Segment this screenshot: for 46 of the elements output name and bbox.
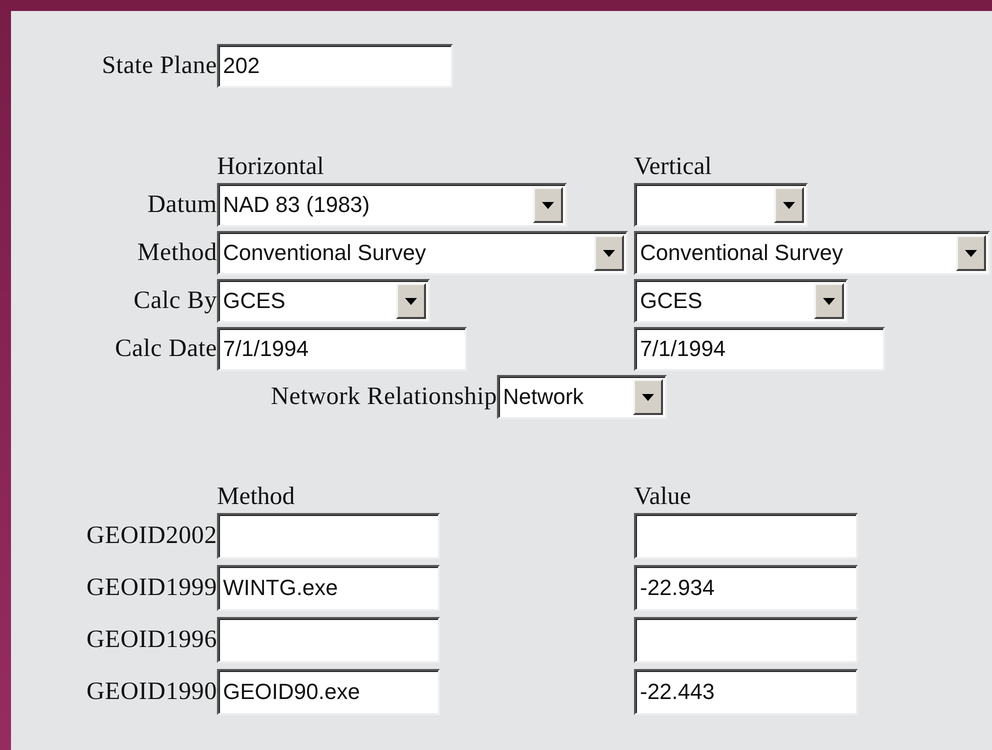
caret-icon (823, 298, 835, 304)
caret-icon (783, 202, 795, 208)
dropdown[interactable] (634, 183, 808, 227)
dropdown[interactable]: Conventional Survey (634, 231, 990, 275)
text-field[interactable] (217, 617, 440, 663)
caret-icon (603, 250, 615, 256)
dropdown[interactable]: Conventional Survey (217, 231, 628, 275)
caret-icon (642, 394, 654, 400)
field-label: Calc Date (114, 335, 217, 363)
text-field[interactable]: 202 (217, 44, 453, 88)
field-label: GEOID1996 (86, 626, 217, 654)
field-label: Network Relationship (270, 383, 497, 411)
text-field[interactable] (634, 617, 858, 663)
text-field[interactable]: 7/1/1994 (217, 327, 467, 371)
text-field[interactable]: -22.934 (634, 565, 858, 611)
dropdown[interactable]: GCES (634, 279, 848, 323)
column-header: Method (217, 483, 296, 511)
caret-icon (965, 250, 977, 256)
dropdown-arrow-button[interactable] (956, 235, 986, 271)
column-header: Horizontal (217, 153, 325, 181)
text-field[interactable] (217, 513, 440, 559)
field-label: GEOID1999 (86, 574, 217, 602)
dropdown-arrow-button[interactable] (814, 283, 844, 319)
field-label: Datum (146, 191, 217, 219)
text-field[interactable]: 7/1/1994 (634, 327, 885, 371)
dropdown-arrow-button[interactable] (396, 283, 426, 319)
caret-icon (542, 202, 554, 208)
field-label: GEOID1990 (86, 678, 217, 706)
field-label: State Plane (100, 52, 217, 80)
text-field[interactable]: GEOID90.exe (217, 669, 440, 715)
text-field[interactable]: WINTG.exe (217, 565, 440, 611)
dropdown-arrow-button[interactable] (633, 379, 663, 415)
field-label: Calc By (132, 287, 217, 315)
text-field[interactable] (634, 513, 858, 559)
dropdown-arrow-button[interactable] (533, 187, 563, 223)
dropdown[interactable]: NAD 83 (1983) (217, 183, 567, 227)
dropdown[interactable]: Network (497, 375, 667, 419)
dropdown[interactable]: GCES (217, 279, 430, 323)
field-label: GEOID2002 (86, 522, 217, 550)
dropdown-arrow-button[interactable] (594, 235, 624, 271)
field-label: Method (136, 239, 217, 267)
caret-icon (405, 298, 417, 304)
column-header: Vertical (634, 153, 712, 181)
dropdown-arrow-button[interactable] (774, 187, 804, 223)
text-field[interactable]: -22.443 (634, 669, 858, 715)
column-header: Value (634, 483, 691, 511)
